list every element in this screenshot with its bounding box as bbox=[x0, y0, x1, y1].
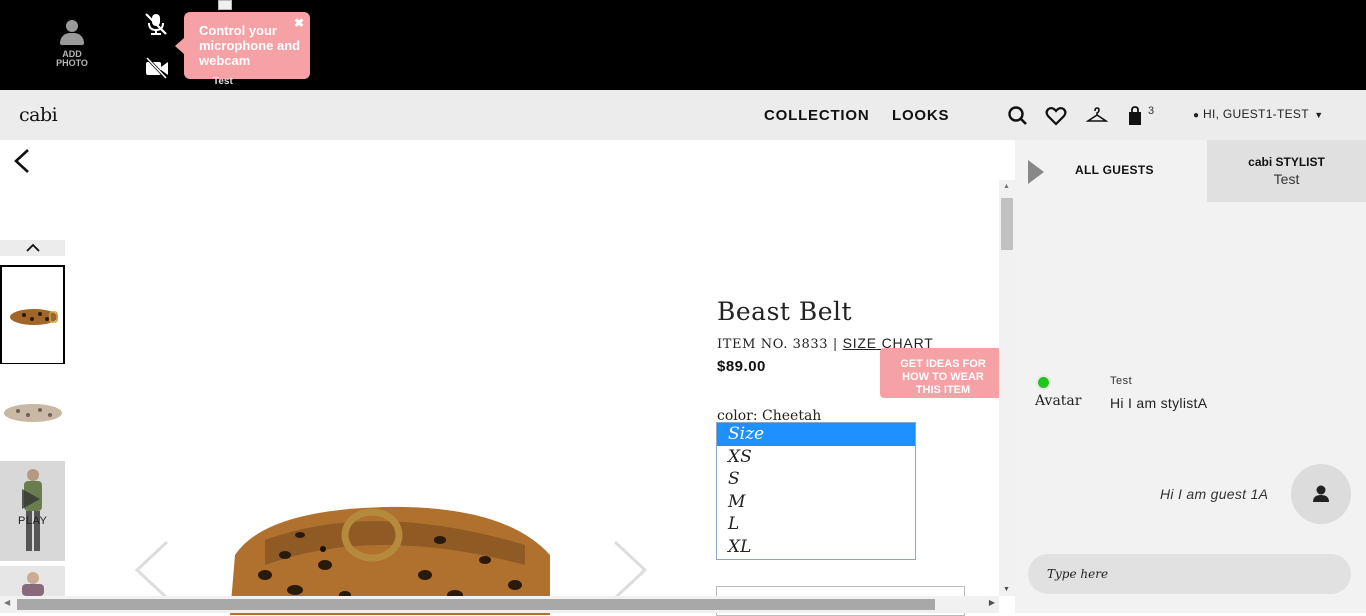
guest-avatar bbox=[1291, 464, 1351, 524]
scroll-right-arrow-icon[interactable]: ▶ bbox=[989, 598, 995, 607]
chat-panel: ALL GUESTS cabi STYLIST Test Avatar Test… bbox=[1015, 140, 1366, 613]
thumbnail-belt-cheetah[interactable] bbox=[0, 265, 65, 365]
site-header: cabi COLLECTION LOOKS 3 ● HI, GUEST1-TES… bbox=[0, 90, 1366, 140]
color-label: color: Cheetah bbox=[717, 408, 822, 422]
microphone-muted-icon[interactable] bbox=[143, 12, 169, 36]
product-price: $89.00 bbox=[717, 358, 766, 375]
get-ideas-button[interactable]: GET IDEAS FOR HOW TO WEAR THIS ITEM bbox=[880, 348, 1000, 398]
tab-stylist[interactable]: cabi STYLIST Test bbox=[1207, 140, 1366, 202]
scroll-left-arrow-icon[interactable]: ◀ bbox=[4, 598, 10, 607]
thumbnails-scroll-up[interactable] bbox=[0, 240, 65, 256]
item-number: ITEM NO. 3833 | bbox=[717, 337, 843, 352]
size-option[interactable]: M bbox=[717, 491, 915, 514]
online-status-icon bbox=[1036, 375, 1051, 390]
get-ideas-label: GET IDEAS FOR HOW TO WEAR THIS ITEM bbox=[900, 358, 986, 396]
user-account-menu[interactable]: ● HI, GUEST1-TEST ▼ bbox=[1193, 107, 1323, 121]
scroll-down-arrow-icon[interactable]: ▼ bbox=[1003, 586, 1010, 593]
scrollbar-thumb[interactable] bbox=[17, 599, 935, 610]
size-option[interactable]: XL bbox=[717, 536, 915, 559]
add-photo-button[interactable]: ADD PHOTO bbox=[50, 18, 94, 68]
search-icon[interactable] bbox=[1007, 105, 1029, 127]
next-image-arrow-icon[interactable] bbox=[610, 540, 650, 600]
size-option[interactable]: S bbox=[717, 468, 915, 491]
message-text: Hi I am guest 1A bbox=[1160, 486, 1269, 502]
user-icon bbox=[1313, 485, 1329, 502]
add-photo-label: ADD PHOTO bbox=[56, 49, 88, 68]
horizontal-scrollbar[interactable]: ◀ ▶ bbox=[0, 596, 999, 613]
media-controls-tooltip: Control your microphone and webcam ✖ bbox=[175, 12, 310, 79]
avatar: Avatar bbox=[1035, 393, 1082, 409]
message-sender: Test bbox=[1110, 375, 1133, 387]
message-text: Hi I am stylistA bbox=[1110, 395, 1208, 411]
nav-collection-link[interactable]: COLLECTION bbox=[764, 107, 870, 124]
chevron-down-icon: ▼ bbox=[1314, 110, 1324, 120]
chat-message-input[interactable]: Type here bbox=[1028, 554, 1351, 594]
avatar-placeholder-icon bbox=[59, 18, 85, 46]
cabi-logo[interactable]: cabi bbox=[19, 104, 58, 126]
size-option[interactable]: L bbox=[717, 513, 915, 536]
bag-count-badge: 3 bbox=[1148, 105, 1155, 117]
scrollbar-thumb[interactable] bbox=[1001, 198, 1013, 250]
prev-image-arrow-icon[interactable] bbox=[132, 540, 172, 600]
collapse-chat-icon[interactable] bbox=[1028, 160, 1044, 184]
scroll-up-arrow-icon[interactable]: ▲ bbox=[1003, 183, 1010, 190]
stylist-tab-title: cabi STYLIST bbox=[1248, 155, 1325, 169]
thumbnail-belt-snow-leopard[interactable] bbox=[0, 364, 65, 464]
back-arrow-icon[interactable] bbox=[12, 148, 32, 174]
tab-all-guests[interactable]: ALL GUESTS bbox=[1075, 163, 1154, 177]
size-select-dropdown[interactable]: Size XS S M L XL bbox=[716, 422, 916, 560]
thumbnail-model[interactable] bbox=[0, 566, 65, 596]
participant-name: Test bbox=[213, 76, 233, 87]
size-option[interactable]: XS bbox=[717, 446, 915, 469]
size-option[interactable]: Size bbox=[717, 423, 915, 446]
product-detail: PLAY Beast Belt ITEM NO. 3833 | SIZE CHA… bbox=[0, 140, 1015, 616]
shopping-bag-icon[interactable] bbox=[1124, 105, 1146, 127]
user-icon: ● bbox=[1193, 110, 1200, 121]
hanger-icon[interactable] bbox=[1086, 105, 1108, 127]
user-greeting: HI, GUEST1-TEST bbox=[1202, 107, 1309, 121]
chevron-up-icon bbox=[25, 243, 40, 252]
thumbnail-video[interactable]: PLAY bbox=[0, 461, 65, 561]
tooltip-close-icon[interactable]: ✖ bbox=[294, 16, 304, 31]
video-control-bar: ADD PHOTO Control your microphone and we… bbox=[0, 0, 1366, 90]
play-label: PLAY bbox=[18, 515, 48, 527]
stylist-tab-name: Test bbox=[1273, 171, 1300, 187]
tooltip-text: Control your microphone and webcam bbox=[199, 23, 301, 68]
product-name: Beast Belt bbox=[717, 297, 853, 326]
broken-image-icon bbox=[218, 0, 232, 10]
webcam-off-icon[interactable] bbox=[144, 57, 170, 79]
heart-icon[interactable] bbox=[1045, 105, 1067, 127]
nav-looks-link[interactable]: LOOKS bbox=[892, 107, 949, 124]
vertical-scrollbar[interactable]: ▲ ▼ bbox=[999, 180, 1015, 596]
